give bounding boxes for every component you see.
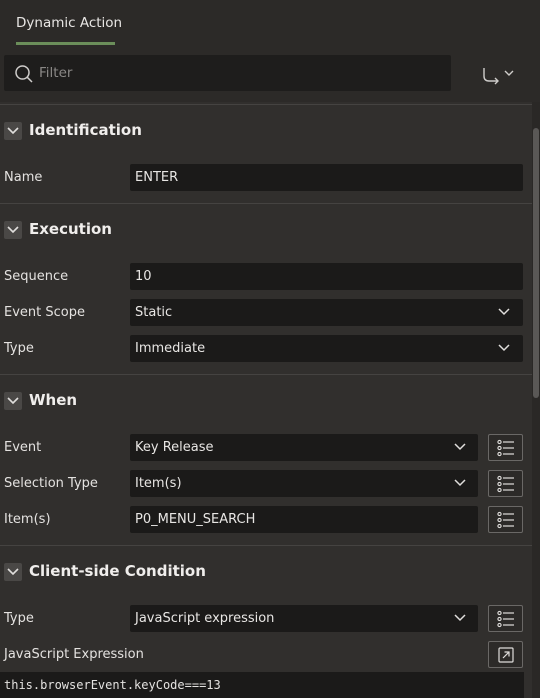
- execution-type-select[interactable]: Immediate: [130, 335, 523, 362]
- chevron-down-icon: [454, 479, 466, 487]
- property-row-event-scope: Event Scope Static: [0, 299, 532, 327]
- section-title: Execution: [29, 220, 112, 238]
- code-editor-expand-button[interactable]: [488, 641, 523, 668]
- property-row-condition-type: Type JavaScript expression: [0, 605, 532, 633]
- name-field[interactable]: ENTER: [130, 164, 523, 191]
- property-row-items: Item(s) P0_MENU_SEARCH: [0, 506, 532, 534]
- property-label: Type: [4, 341, 34, 356]
- selection-type-select[interactable]: Item(s): [130, 470, 478, 497]
- chevron-down-icon: [498, 308, 510, 316]
- collapse-icon: [7, 397, 19, 405]
- active-tab-indicator: [16, 42, 115, 45]
- list-icon: [497, 475, 514, 493]
- property-row-js-expression: JavaScript Expression: [0, 641, 532, 669]
- collapse-toggle[interactable]: [4, 221, 22, 239]
- field-value: 10: [135, 269, 152, 284]
- sequence-field[interactable]: 10: [130, 263, 523, 290]
- code-text: this.browserEvent.keyCode===13: [4, 678, 221, 692]
- items-list-button[interactable]: [488, 506, 523, 533]
- event-select[interactable]: Key Release: [130, 434, 478, 461]
- property-label: Type: [4, 611, 34, 626]
- goto-button[interactable]: [478, 64, 522, 86]
- field-value: P0_MENU_SEARCH: [135, 512, 256, 527]
- chevron-down-icon: [454, 443, 466, 451]
- collapse-toggle[interactable]: [4, 392, 22, 410]
- property-label: Selection Type: [4, 476, 98, 491]
- selection-type-list-button[interactable]: [488, 470, 523, 497]
- section-title: When: [29, 391, 78, 409]
- collapse-icon: [7, 127, 19, 135]
- field-value: Item(s): [135, 476, 182, 491]
- field-value: Key Release: [135, 440, 214, 455]
- items-field[interactable]: P0_MENU_SEARCH: [130, 506, 478, 533]
- filter-bar: [0, 46, 540, 102]
- section-when-header[interactable]: When: [0, 374, 532, 424]
- section-identification-header[interactable]: Identification: [0, 104, 532, 154]
- js-expression-editor[interactable]: this.browserEvent.keyCode===13: [0, 672, 524, 698]
- property-row-name: Name ENTER: [0, 164, 532, 192]
- field-value: Static: [135, 305, 173, 320]
- section-condition-header[interactable]: Client-side Condition: [0, 545, 532, 595]
- goto-arrow-icon: [483, 68, 514, 85]
- property-row-selection-type: Selection Type Item(s): [0, 470, 532, 498]
- property-label: Event Scope: [4, 305, 85, 320]
- section-title: Identification: [29, 121, 142, 139]
- expand-icon: [498, 647, 514, 663]
- chevron-down-icon: [454, 614, 466, 622]
- list-icon: [497, 511, 514, 529]
- field-value: JavaScript expression: [135, 611, 275, 626]
- field-value: ENTER: [135, 170, 179, 185]
- section-execution-header[interactable]: Execution: [0, 203, 532, 253]
- tab-bar: Dynamic Action: [0, 0, 540, 46]
- list-icon: [497, 610, 514, 628]
- property-label: Sequence: [4, 269, 69, 284]
- chevron-down-icon: [498, 344, 510, 352]
- property-label: JavaScript Expression: [4, 647, 144, 662]
- event-list-button[interactable]: [488, 434, 523, 461]
- search-icon: [15, 65, 33, 83]
- property-label: Event: [4, 440, 42, 455]
- collapse-toggle[interactable]: [4, 563, 22, 581]
- section-title: Client-side Condition: [29, 562, 206, 580]
- property-label: Name: [4, 170, 43, 185]
- scrollbar-thumb[interactable]: [533, 128, 539, 398]
- tab-dynamic-action[interactable]: Dynamic Action: [16, 15, 122, 31]
- collapse-icon: [7, 568, 19, 576]
- properties-panel: Identification Name ENTER Execution Sequ…: [0, 102, 532, 698]
- filter-box[interactable]: [4, 55, 451, 91]
- collapse-icon: [7, 226, 19, 234]
- property-row-event: Event Key Release: [0, 434, 532, 462]
- field-value: Immediate: [135, 341, 206, 356]
- condition-type-select[interactable]: JavaScript expression: [130, 605, 478, 632]
- list-icon: [497, 439, 514, 457]
- event-scope-select[interactable]: Static: [130, 299, 523, 326]
- property-row-type: Type Immediate: [0, 335, 532, 363]
- collapse-toggle[interactable]: [4, 122, 22, 140]
- condition-type-list-button[interactable]: [488, 605, 523, 632]
- filter-input[interactable]: [39, 62, 439, 84]
- property-row-sequence: Sequence 10: [0, 263, 532, 291]
- property-label: Item(s): [4, 512, 51, 527]
